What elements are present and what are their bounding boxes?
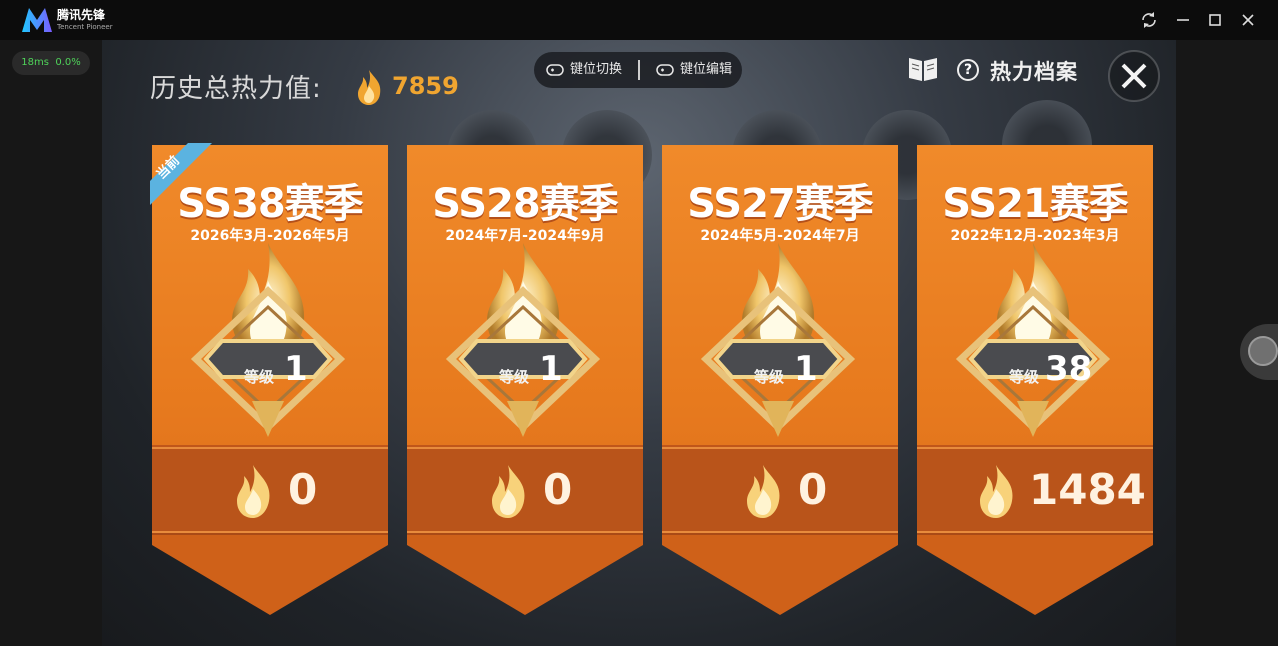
level-label: 等级	[499, 368, 530, 386]
season-title: SS28赛季	[432, 181, 618, 227]
level-value: 38	[1045, 349, 1093, 389]
season-card[interactable]: SS21赛季 2022年12月-2023年3月 等级 38 1484	[917, 145, 1153, 615]
key-switch-button[interactable]: 键位切换	[570, 52, 622, 88]
season-card[interactable]: SS28赛季 2024年7月-2024年9月 等级 1 0	[407, 145, 643, 615]
season-title: SS27赛季	[687, 181, 873, 227]
gamepad-icon	[656, 64, 674, 76]
network-status: 18ms 0.0%	[12, 51, 90, 75]
ping-value: 18ms	[21, 57, 49, 68]
title-bar: 腾讯先锋 Tencent Pioneer	[0, 0, 1278, 40]
flame-icon	[237, 465, 270, 518]
hexagon-icon	[1248, 336, 1278, 366]
heat-archive-button[interactable]: 热力档案	[990, 56, 1078, 86]
level-value: 1	[284, 349, 308, 389]
level-label: 等级	[244, 368, 275, 386]
level-label: 等级	[1009, 368, 1040, 386]
level-badge	[955, 243, 1111, 437]
level-badge	[445, 243, 601, 437]
heat-value: 1484	[1029, 465, 1146, 514]
flame-icon	[747, 465, 780, 518]
flame-icon	[980, 465, 1013, 518]
minimize-icon[interactable]	[1171, 8, 1195, 32]
app-logo	[22, 8, 52, 32]
left-sidebar	[0, 40, 102, 646]
refresh-icon[interactable]	[1137, 8, 1161, 32]
season-title: SS21赛季	[942, 181, 1128, 227]
level-value: 1	[794, 349, 818, 389]
heat-value: 0	[288, 465, 318, 514]
history-heat-label: 历史总热力值:	[150, 74, 322, 104]
flame-icon	[358, 70, 381, 105]
close-window-icon[interactable]	[1236, 8, 1260, 32]
season-card[interactable]: SS27赛季 2024年5月-2024年7月 等级 1 0	[662, 145, 898, 615]
app-name: 腾讯先锋	[57, 8, 106, 22]
key-edit-button[interactable]: 键位编辑	[680, 52, 732, 88]
heat-value: 0	[798, 465, 828, 514]
level-badge	[190, 243, 346, 437]
help-icon[interactable]: ?	[957, 59, 979, 81]
game-viewport: 历史总热力值: 7859 键位切换 键位编辑 ? 热力档案 当前 SS38赛季 …	[102, 40, 1176, 646]
app-subtitle: Tencent Pioneer	[57, 23, 113, 31]
loss-value: 0.0%	[55, 57, 81, 68]
key-mapping-bar: 键位切换 键位编辑	[534, 52, 742, 88]
divider	[638, 60, 640, 80]
book-icon[interactable]	[906, 54, 940, 84]
maximize-icon[interactable]	[1203, 8, 1227, 32]
level-badge	[700, 243, 856, 437]
level-label: 等级	[754, 368, 785, 386]
flame-icon	[492, 465, 525, 518]
season-title: SS38赛季	[177, 181, 363, 227]
close-icon[interactable]	[1106, 48, 1162, 104]
season-card[interactable]: 当前 SS38赛季 2026年3月-2026年5月 等级 1 0	[150, 143, 388, 615]
gamepad-icon	[546, 64, 564, 76]
history-heat-value: 7859	[392, 72, 459, 100]
heat-value: 0	[543, 465, 573, 514]
level-value: 1	[539, 349, 563, 389]
